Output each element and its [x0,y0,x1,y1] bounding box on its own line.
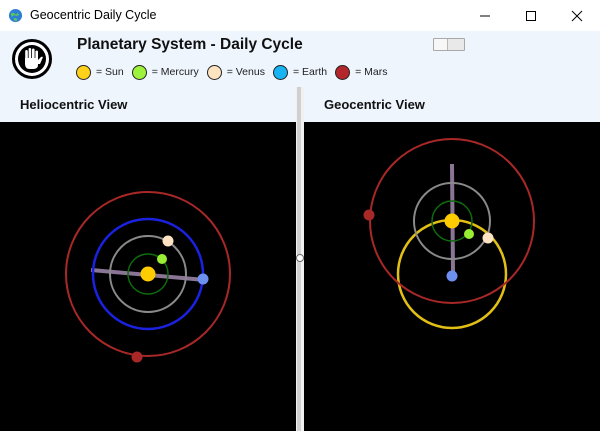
view-splitter[interactable] [296,87,304,431]
geo-earth-planet [446,270,458,282]
heliocentric-svg [65,191,231,363]
sun-planet [140,266,156,282]
mars-swatch [335,64,351,80]
geocentric-header: Geocentric View [304,87,600,122]
earth-planet [197,273,209,285]
mercury-planet [157,254,167,264]
geocentric-canvas[interactable] [304,122,600,431]
minimize-button[interactable] [462,0,508,31]
legend-item-venus: = Venus [206,64,265,80]
geocentric-title: Geocentric View [324,97,425,112]
legend-label-sun: = Sun [96,66,124,78]
stop-hand-icon[interactable] [11,38,53,80]
close-icon [571,10,583,21]
maximize-icon [526,10,536,21]
minimize-icon [480,15,490,16]
splitter-grip[interactable] [296,254,304,262]
venus-swatch [206,64,222,80]
legend-item-mars: = Mars [335,64,388,80]
system-title: Planetary System - Daily Cycle [77,36,303,53]
heliocentric-canvas[interactable] [0,122,296,431]
legend-item-mercury: = Mercury [131,64,199,80]
planet-legend: = Sun = Mercury = Venus = Earth = Mars [76,62,396,82]
earth-swatch [272,64,288,80]
geocentric-svg [363,138,535,330]
legend-item-sun: = Sun [76,64,124,80]
window-title: Geocentric Daily Cycle [30,8,157,22]
geo-mars-planet [363,209,375,221]
heliocentric-title: Heliocentric View [20,97,128,112]
globe-icon [8,8,23,23]
venus-planet [162,235,174,247]
legend-label-earth: = Earth [292,66,328,78]
toggle-knob[interactable] [434,39,448,50]
geo-sun-planet [444,213,460,229]
mars-planet [131,351,143,363]
header-panel: Planetary System - Daily Cycle = Sun = M… [0,31,600,87]
close-button[interactable] [554,0,600,31]
legend-label-mercury: = Mercury [151,66,199,78]
title-bar: Geocentric Daily Cycle [0,0,600,32]
maximize-button[interactable] [508,0,554,31]
legend-label-venus: = Venus [226,66,265,78]
display-toggle[interactable] [433,38,465,51]
legend-label-mars: = Mars [355,66,388,78]
sun-swatch [76,64,91,80]
mercury-swatch [131,64,147,80]
legend-item-earth: = Earth [272,64,328,80]
heliocentric-header: Heliocentric View [0,87,296,122]
geo-venus-planet [482,232,494,244]
geo-mercury-planet [464,229,474,239]
